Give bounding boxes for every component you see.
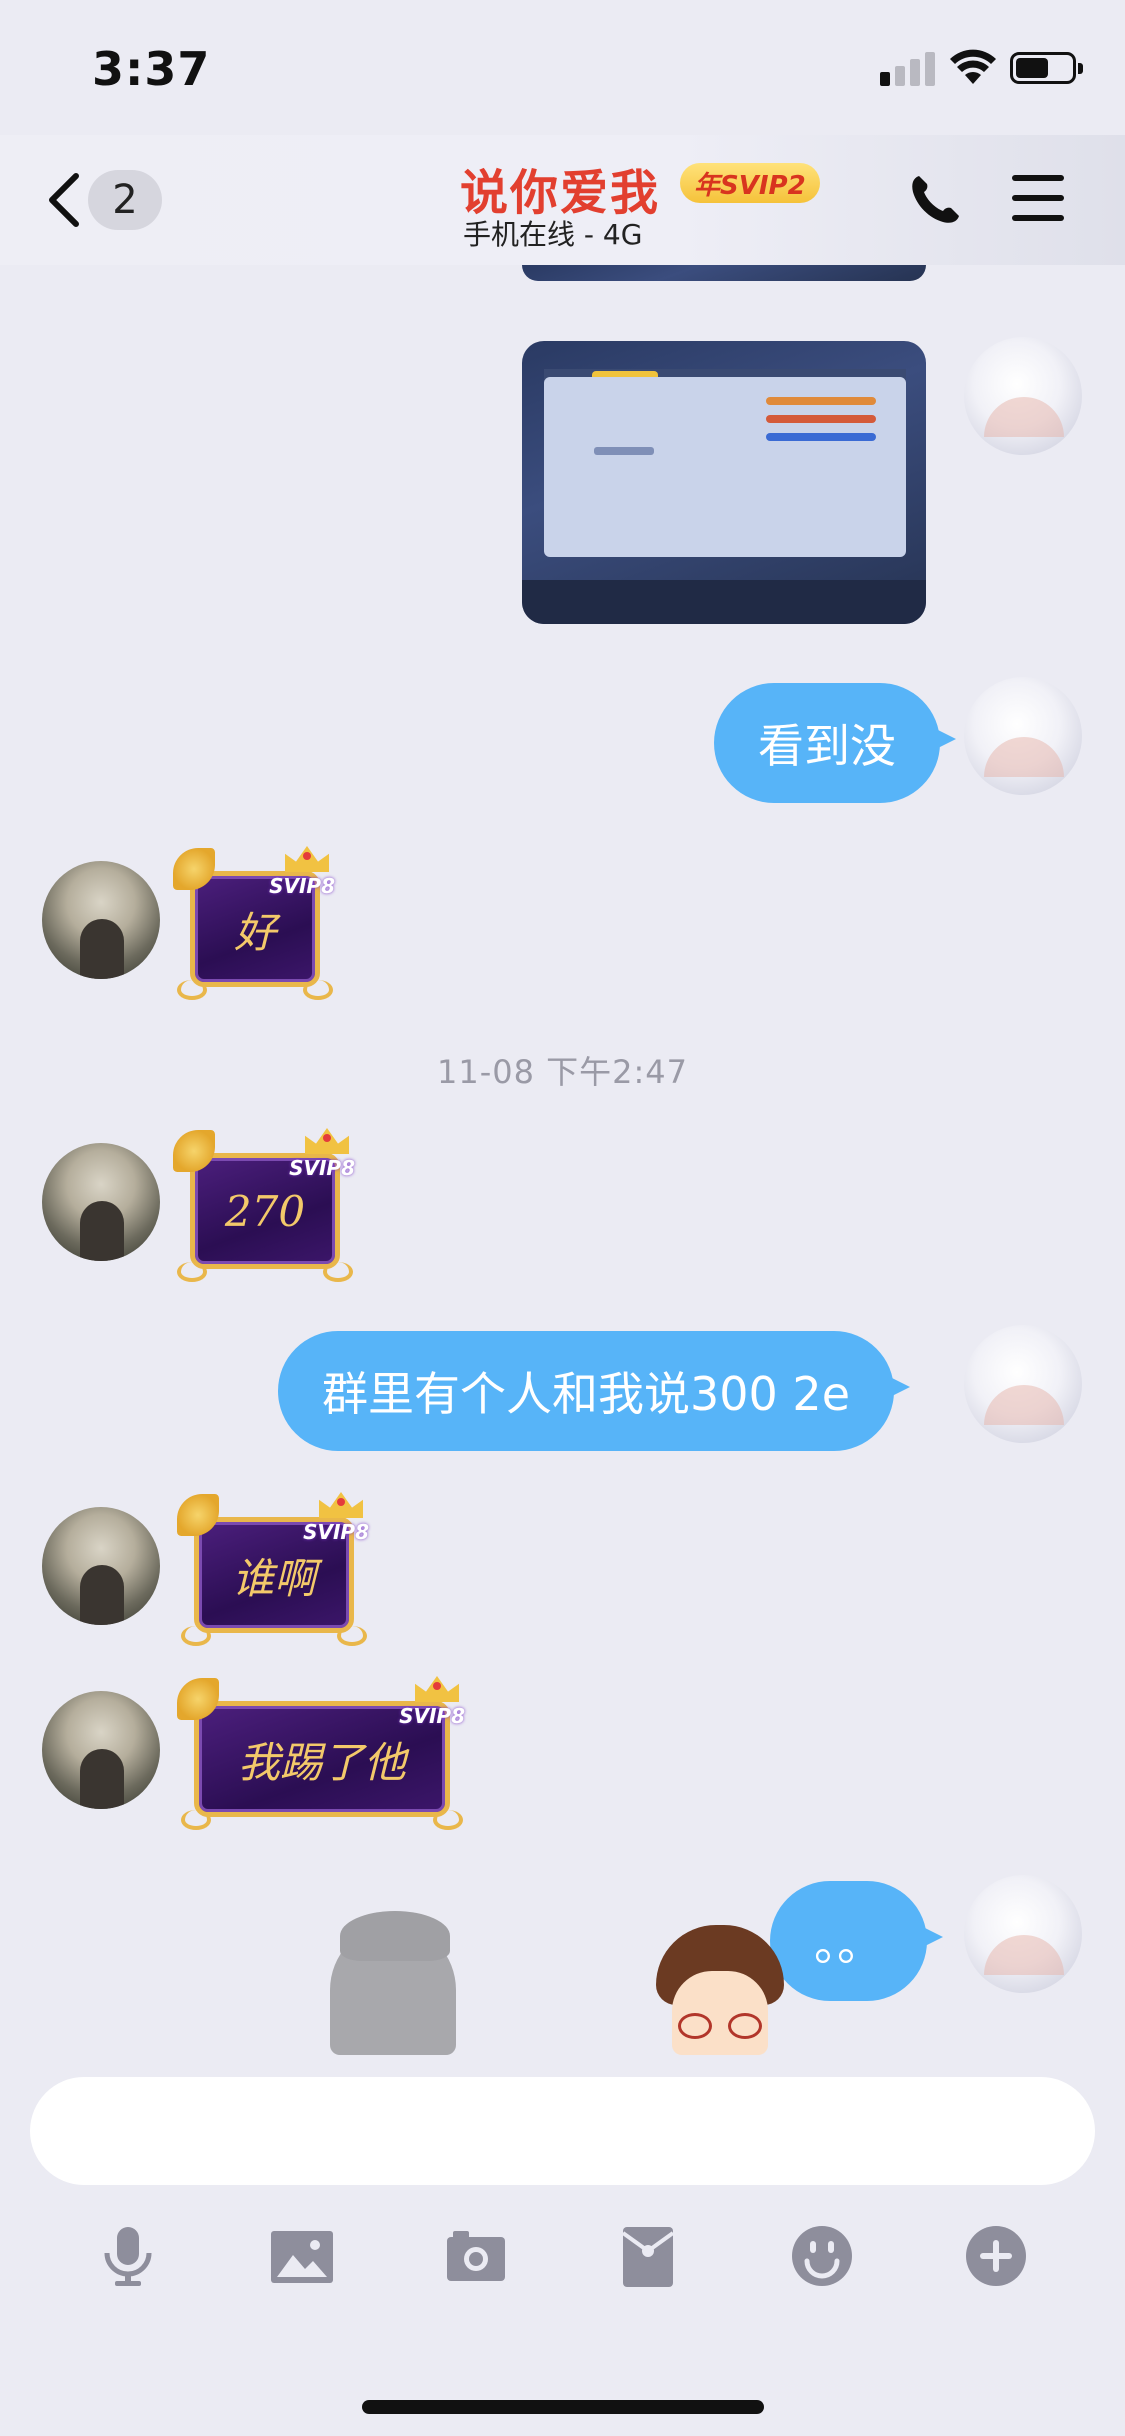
emoji-icon [792,2226,852,2286]
battery-icon [1010,52,1083,84]
red-packet-icon [621,2227,675,2287]
call-button[interactable] [905,170,965,230]
photo-button[interactable] [266,2220,338,2292]
avatar-contact[interactable] [42,1507,160,1625]
message-text: 270 [224,1186,306,1236]
avatar-me[interactable] [964,1325,1082,1443]
more-button[interactable] [960,2220,1032,2292]
chevron-left-icon [49,173,79,227]
vip-level-tag: SVIP8 [399,1704,465,1728]
vip-sticker-bubble[interactable]: SVIP8 谁啊 [177,1492,369,1646]
wifi-icon [948,46,998,86]
message-input[interactable] [30,2077,1095,2185]
chat-header: 2 说你爱我 年SVIP2 手机在线 - 4G [0,135,1125,265]
avatar-me[interactable] [964,677,1082,795]
avatar-me[interactable] [964,1875,1082,1993]
chat-messages[interactable]: ✕ 看到没 SVIP8 好 11-08 下午2:47 SVIP8 270 [0,265,1125,2055]
phone-icon [912,176,959,223]
status-time: 3:37 [92,42,211,96]
crown-icon [285,846,329,872]
message-text: 看到没 [758,719,896,773]
peeking-sticker-gray [330,1911,456,2055]
avatar-contact[interactable] [42,861,160,979]
message-bubble-me[interactable]: 群里有个人和我说300 2e [278,1331,910,1451]
hamburger-icon [1012,175,1064,181]
camera-icon [447,2231,505,2281]
status-bar: 3:37 [0,0,1125,135]
vip-sticker-bubble[interactable]: SVIP8 270 [173,1128,355,1282]
unread-count-badge[interactable]: 2 [88,170,162,230]
crown-icon [415,1676,459,1702]
image-message-partial[interactable] [522,265,926,281]
vip-level-tag: SVIP8 [303,1520,369,1544]
avatar-contact[interactable] [42,1143,160,1261]
image-message[interactable]: ✕ [522,341,926,624]
cellular-signal-icon [880,50,936,86]
emoji-button[interactable] [786,2220,858,2292]
message-text: 群里有个人和我说300 2e [322,1367,850,1421]
peeking-sticker-boy [650,1925,790,2055]
image-icon [271,2231,333,2283]
microphone-icon [104,2227,152,2286]
svip-badge[interactable]: 年SVIP2 [680,163,820,203]
online-status: 手机在线 - 4G [463,218,643,251]
menu-button[interactable] [1012,175,1066,221]
camera-button[interactable] [440,2220,512,2292]
crown-icon [319,1492,363,1518]
message-bubble-me[interactable]: 。。 [770,1881,943,2001]
vip-sticker-bubble[interactable]: SVIP8 好 [173,846,335,1000]
input-panel [0,2055,1125,2436]
message-text: 。。 [814,1917,883,1971]
voice-button[interactable] [92,2220,164,2292]
home-indicator[interactable] [362,2400,764,2414]
message-text: 好 [233,907,276,957]
avatar-contact[interactable] [42,1691,160,1809]
glasses-icon [678,2013,762,2039]
timestamp: 11-08 下午2:47 [436,1053,689,1091]
message-bubble-me[interactable]: 看到没 [714,683,956,803]
vip-level-tag: SVIP8 [289,1156,355,1180]
message-text: 我踢了他 [237,1737,406,1787]
plus-icon [966,2226,1026,2286]
vip-sticker-bubble[interactable]: SVIP8 我踢了他 [177,1676,465,1830]
crown-icon [305,1128,349,1154]
red-packet-button[interactable] [612,2220,684,2292]
message-text: 谁啊 [231,1553,316,1603]
vip-level-tag: SVIP8 [269,874,335,898]
back-button[interactable] [40,170,90,230]
avatar-me[interactable] [964,337,1082,455]
